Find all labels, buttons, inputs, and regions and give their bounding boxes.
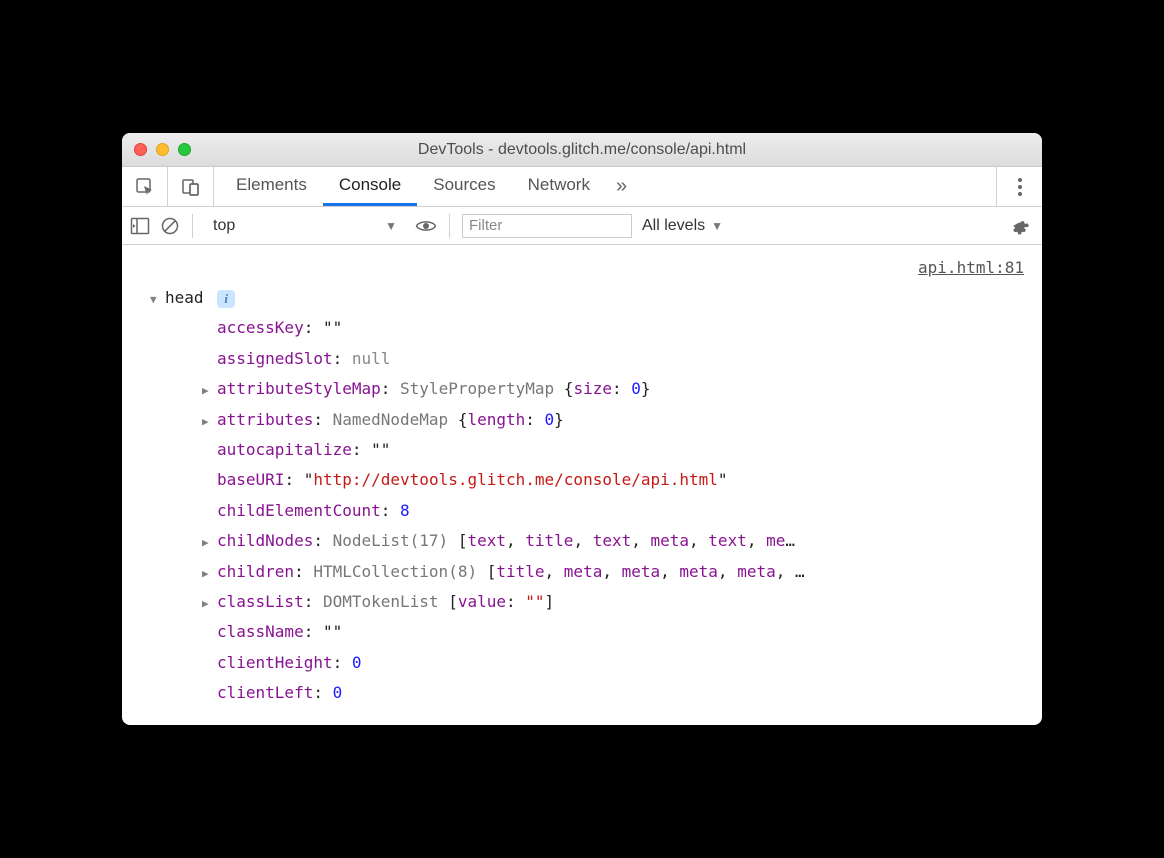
chevron-down-icon: ▼ (385, 219, 397, 233)
disclosure-triangle-icon[interactable] (150, 290, 164, 311)
tab-console[interactable]: Console (323, 167, 417, 206)
gear-icon (1010, 216, 1030, 236)
property-row[interactable]: attributeStyleMap: StylePropertyMap {siz… (150, 374, 1028, 404)
context-selector[interactable]: top ▼ (205, 213, 405, 239)
property-row[interactable]: baseURI: "http://devtools.glitch.me/cons… (150, 465, 1028, 495)
console-settings-button[interactable] (1006, 216, 1034, 236)
property-row[interactable]: childElementCount: 8 (150, 496, 1028, 526)
titlebar: DevTools - devtools.glitch.me/console/ap… (122, 133, 1042, 167)
object-root-row[interactable]: head i (150, 283, 1028, 313)
inspect-icon (135, 177, 155, 197)
disclosure-triangle-icon[interactable] (202, 564, 216, 585)
clear-console-button[interactable] (160, 216, 180, 236)
live-expression-button[interactable] (415, 218, 437, 234)
property-row[interactable]: className: "" (150, 617, 1028, 647)
window-minimize-button[interactable] (156, 143, 169, 156)
property-row[interactable]: classList: DOMTokenList [value: ""] (150, 587, 1028, 617)
devtools-menu-button[interactable] (996, 167, 1042, 206)
window-title: DevTools - devtools.glitch.me/console/ap… (122, 141, 1042, 159)
toggle-sidebar-button[interactable] (130, 217, 150, 235)
kebab-icon (1018, 178, 1022, 196)
console-toolbar: top ▼ All levels ▼ (122, 207, 1042, 245)
window-close-button[interactable] (134, 143, 147, 156)
devtools-tabstrip: Elements Console Sources Network » (122, 167, 1042, 207)
property-row[interactable]: attributes: NamedNodeMap {length: 0} (150, 405, 1028, 435)
device-toolbar-button[interactable] (168, 167, 214, 206)
disclosure-triangle-icon[interactable] (202, 594, 216, 615)
tab-elements[interactable]: Elements (220, 167, 323, 206)
filter-input[interactable] (462, 214, 632, 238)
divider (449, 214, 450, 238)
disclosure-triangle-icon[interactable] (202, 533, 216, 554)
tab-network[interactable]: Network (512, 167, 606, 206)
clear-icon (160, 216, 180, 236)
devtools-window: DevTools - devtools.glitch.me/console/ap… (122, 133, 1042, 725)
property-row[interactable]: autocapitalize: "" (150, 435, 1028, 465)
object-root-label: head (165, 288, 204, 307)
traffic-lights (134, 143, 191, 156)
property-list: accessKey: ""assignedSlot: nullattribute… (150, 313, 1028, 708)
property-row[interactable]: accessKey: "" (150, 313, 1028, 343)
more-tabs-button[interactable]: » (606, 167, 637, 206)
property-row[interactable]: assignedSlot: null (150, 344, 1028, 374)
info-badge-icon[interactable]: i (217, 290, 235, 308)
panel-tabs: Elements Console Sources Network » (214, 167, 643, 206)
disclosure-triangle-icon[interactable] (202, 381, 216, 402)
source-link[interactable]: api.html:81 (918, 253, 1024, 283)
inspect-element-button[interactable] (122, 167, 168, 206)
chevron-down-icon: ▼ (711, 219, 723, 233)
log-levels-selector[interactable]: All levels ▼ (642, 217, 723, 235)
tab-sources[interactable]: Sources (417, 167, 511, 206)
context-value: top (213, 217, 235, 235)
device-icon (181, 177, 201, 197)
disclosure-triangle-icon[interactable] (202, 412, 216, 433)
eye-icon (415, 218, 437, 234)
property-row[interactable]: clientHeight: 0 (150, 648, 1028, 678)
property-row[interactable]: childNodes: NodeList(17) [text, title, t… (150, 526, 1028, 556)
property-row[interactable]: clientLeft: 0 (150, 678, 1028, 708)
sidebar-icon (130, 217, 150, 235)
console-output: api.html:81 head i accessKey: ""assigned… (122, 245, 1042, 725)
window-zoom-button[interactable] (178, 143, 191, 156)
property-row[interactable]: children: HTMLCollection(8) [title, meta… (150, 557, 1028, 587)
levels-label: All levels (642, 217, 705, 235)
divider (192, 214, 193, 238)
